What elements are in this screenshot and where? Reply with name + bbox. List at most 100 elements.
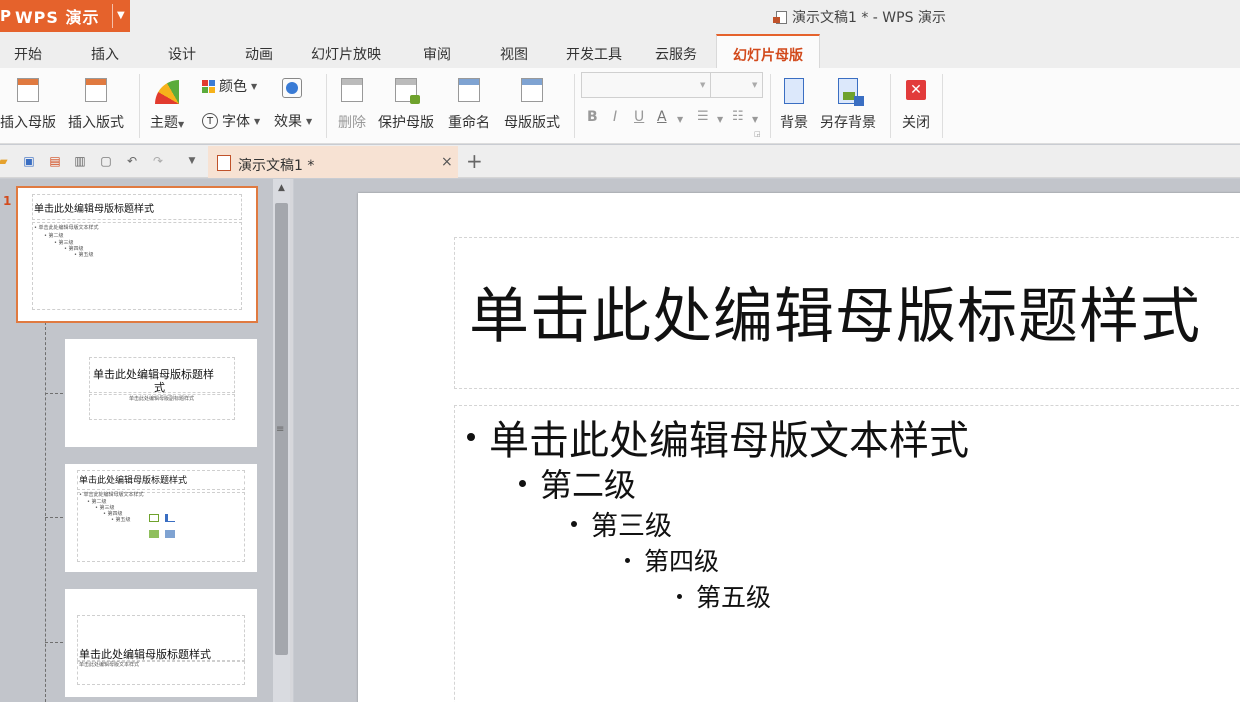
background-icon	[780, 76, 808, 106]
document-tab-label: 演示文稿1 *	[238, 158, 315, 174]
delete-button[interactable]: 删除	[338, 76, 366, 132]
media-icon	[165, 530, 175, 538]
close-tab-icon[interactable]: ×	[441, 154, 453, 170]
save-background-button[interactable]: 另存背景	[820, 76, 876, 132]
tab-review[interactable]: 审阅	[423, 44, 451, 64]
export-pdf-icon[interactable]: ▤	[48, 154, 62, 168]
close-master-button[interactable]: ✕ 关闭	[902, 76, 930, 132]
chevron-down-icon[interactable]: ▼	[717, 115, 723, 124]
slide-thumbnail-pane: 1 单击此处编辑母版标题样式 • 单击此处编辑母版文本样式 • 第二级 • 第三…	[0, 179, 293, 702]
numbered-list-icon[interactable]: ☷	[732, 109, 744, 124]
layout-thumbnail-section[interactable]: 单击此处编辑母版标题样式 单击此处编辑母版文本样式	[65, 589, 257, 697]
chevron-down-icon[interactable]: ▼	[752, 115, 758, 124]
slide-title[interactable]: 单击此处编辑母版标题样式	[469, 268, 1201, 355]
effect-label: 效果	[274, 114, 302, 130]
chevron-down-icon[interactable]: ▼	[752, 81, 757, 89]
wps-app-menu-button[interactable]: P WPS 演示 ▼	[0, 0, 130, 32]
font-color-button[interactable]: A	[657, 109, 667, 125]
scroll-up-icon[interactable]: ▲	[273, 183, 290, 197]
slide-editing-canvas: 单击此处编辑母版标题样式 单击此处编辑母版文本样式 第二级 第三级 第四级 第五…	[294, 179, 1240, 702]
insert-master-button[interactable]: 插入母版	[0, 76, 56, 132]
font-icon: T	[202, 113, 218, 129]
chevron-down-icon[interactable]: ▼	[700, 81, 705, 89]
font-name-select[interactable]	[581, 72, 711, 98]
divider	[326, 74, 327, 138]
tab-slideshow[interactable]: 幻灯片放映	[311, 44, 381, 64]
body-level-2[interactable]: 第二级	[519, 460, 636, 506]
layout-connector	[45, 517, 63, 518]
color-button[interactable]: 颜色 ▼	[202, 76, 257, 96]
quick-access-bar: ▰ ▣ ▤ ▥ ▢ ↶ ↷ ▼ 演示文稿1 * × +	[0, 145, 1240, 178]
body-level-5[interactable]: 第五级	[677, 578, 771, 614]
font-button[interactable]: T 字体 ▼	[202, 111, 260, 131]
bullet-icon	[467, 433, 475, 441]
underline-button[interactable]: U	[634, 109, 644, 125]
tab-cloud[interactable]: 云服务	[655, 44, 697, 64]
window-title: 演示文稿1 * - WPS 演示	[773, 7, 946, 27]
slide-master-canvas[interactable]: 单击此处编辑母版标题样式 单击此处编辑母版文本样式 第二级 第三级 第四级 第五…	[358, 193, 1240, 702]
tab-view[interactable]: 视图	[500, 44, 528, 64]
effect-icon-button[interactable]	[282, 78, 302, 98]
insert-layout-button[interactable]: 插入版式	[68, 76, 124, 132]
effect-button[interactable]: 效果 ▼	[274, 111, 312, 131]
master-layout-button[interactable]: 母版版式	[504, 76, 560, 132]
body-placeholder[interactable]: 单击此处编辑母版文本样式 第二级 第三级 第四级 第五级	[454, 405, 1240, 702]
bold-button[interactable]: B	[587, 109, 598, 125]
divider	[770, 74, 771, 138]
print-icon[interactable]: ▥	[73, 154, 87, 168]
close-label: 关闭	[902, 115, 930, 131]
body-level-1[interactable]: 单击此处编辑母版文本样式	[467, 408, 969, 466]
undo-icon[interactable]: ↶	[125, 154, 139, 168]
master-slide-thumbnail[interactable]: 单击此处编辑母版标题样式 • 单击此处编辑母版文本样式 • 第二级 • 第三级 …	[16, 186, 258, 323]
rename-button[interactable]: 重命名	[448, 76, 490, 132]
new-tab-button[interactable]: +	[466, 149, 483, 173]
delete-icon	[338, 76, 366, 106]
body-level-3[interactable]: 第三级	[571, 504, 672, 543]
tab-developer[interactable]: 开发工具	[566, 44, 622, 64]
theme-icon	[153, 76, 181, 106]
body-level-4[interactable]: 第四级	[625, 542, 719, 578]
insert-layout-icon	[82, 76, 110, 106]
thumbnail-level: • 第二级	[44, 233, 64, 239]
print-preview-icon[interactable]: ▢	[99, 154, 113, 168]
picture-icon	[149, 530, 159, 538]
divider	[112, 4, 113, 28]
tab-animation[interactable]: 动画	[245, 44, 273, 64]
italic-button[interactable]: I	[613, 109, 617, 125]
bullet-icon	[625, 557, 630, 563]
save-icon[interactable]: ▣	[22, 154, 36, 168]
layout-thumbnail-title[interactable]: 单击此处编辑母版标题样 式 单击此处编辑母版副标题样式	[65, 339, 257, 447]
open-folder-icon[interactable]: ▰	[0, 154, 10, 168]
grip-icon[interactable]: ≡	[276, 424, 284, 435]
document-tab[interactable]: 演示文稿1 * ×	[208, 146, 458, 178]
wps-logo: P	[0, 7, 11, 25]
chevron-down-icon[interactable]: ▼	[677, 115, 683, 124]
dialog-launcher-icon[interactable]: ◲	[754, 130, 761, 138]
thumbnail-body: • 单击此处编辑母版文本样式	[34, 225, 99, 231]
customize-toolbar-icon[interactable]: ▼	[185, 154, 199, 168]
background-button[interactable]: 背景	[780, 76, 808, 132]
chevron-down-icon[interactable]: ▼	[117, 10, 125, 21]
thumbnail-scrollbar[interactable]: ▲	[273, 179, 290, 702]
tab-design[interactable]: 设计	[168, 44, 196, 64]
tab-start[interactable]: 开始	[14, 44, 42, 64]
layout-connector	[45, 322, 46, 702]
protect-master-button[interactable]: 保护母版	[378, 76, 434, 132]
pane-splitter[interactable]	[290, 179, 293, 702]
ribbon: 插入母版 插入版式 主题▼ 颜色 ▼ T 字体 ▼ 效果 ▼ 删除 保护母版 重…	[0, 68, 1240, 144]
tab-insert[interactable]: 插入	[91, 44, 119, 64]
insert-master-label: 插入母版	[0, 115, 56, 131]
layout-thumbnail-content[interactable]: 单击此处编辑母版标题样式 • 单击此处编辑母版文本样式 • 第二级 • 第三级 …	[65, 464, 257, 572]
tab-slide-master[interactable]: 幻灯片母版	[716, 34, 820, 68]
bullet-list-icon[interactable]: ☰	[697, 109, 709, 124]
thumbnail-title-cont: 式	[154, 381, 165, 394]
theme-button[interactable]: 主题▼	[150, 76, 184, 132]
thumbnail-title: 单击此处编辑母版标题样式	[79, 476, 188, 486]
divider	[139, 74, 140, 138]
thumbnail-subtitle: 单击此处编辑母版副标题样式	[129, 396, 195, 402]
thumbnail-title: 单击此处编辑母版标题样式	[79, 648, 211, 661]
thumbnail-body: • 单击此处编辑母版文本样式	[79, 492, 144, 498]
effect-icon	[282, 78, 302, 98]
redo-icon[interactable]: ↷	[151, 154, 165, 168]
title-placeholder[interactable]: 单击此处编辑母版标题样式	[454, 237, 1240, 389]
